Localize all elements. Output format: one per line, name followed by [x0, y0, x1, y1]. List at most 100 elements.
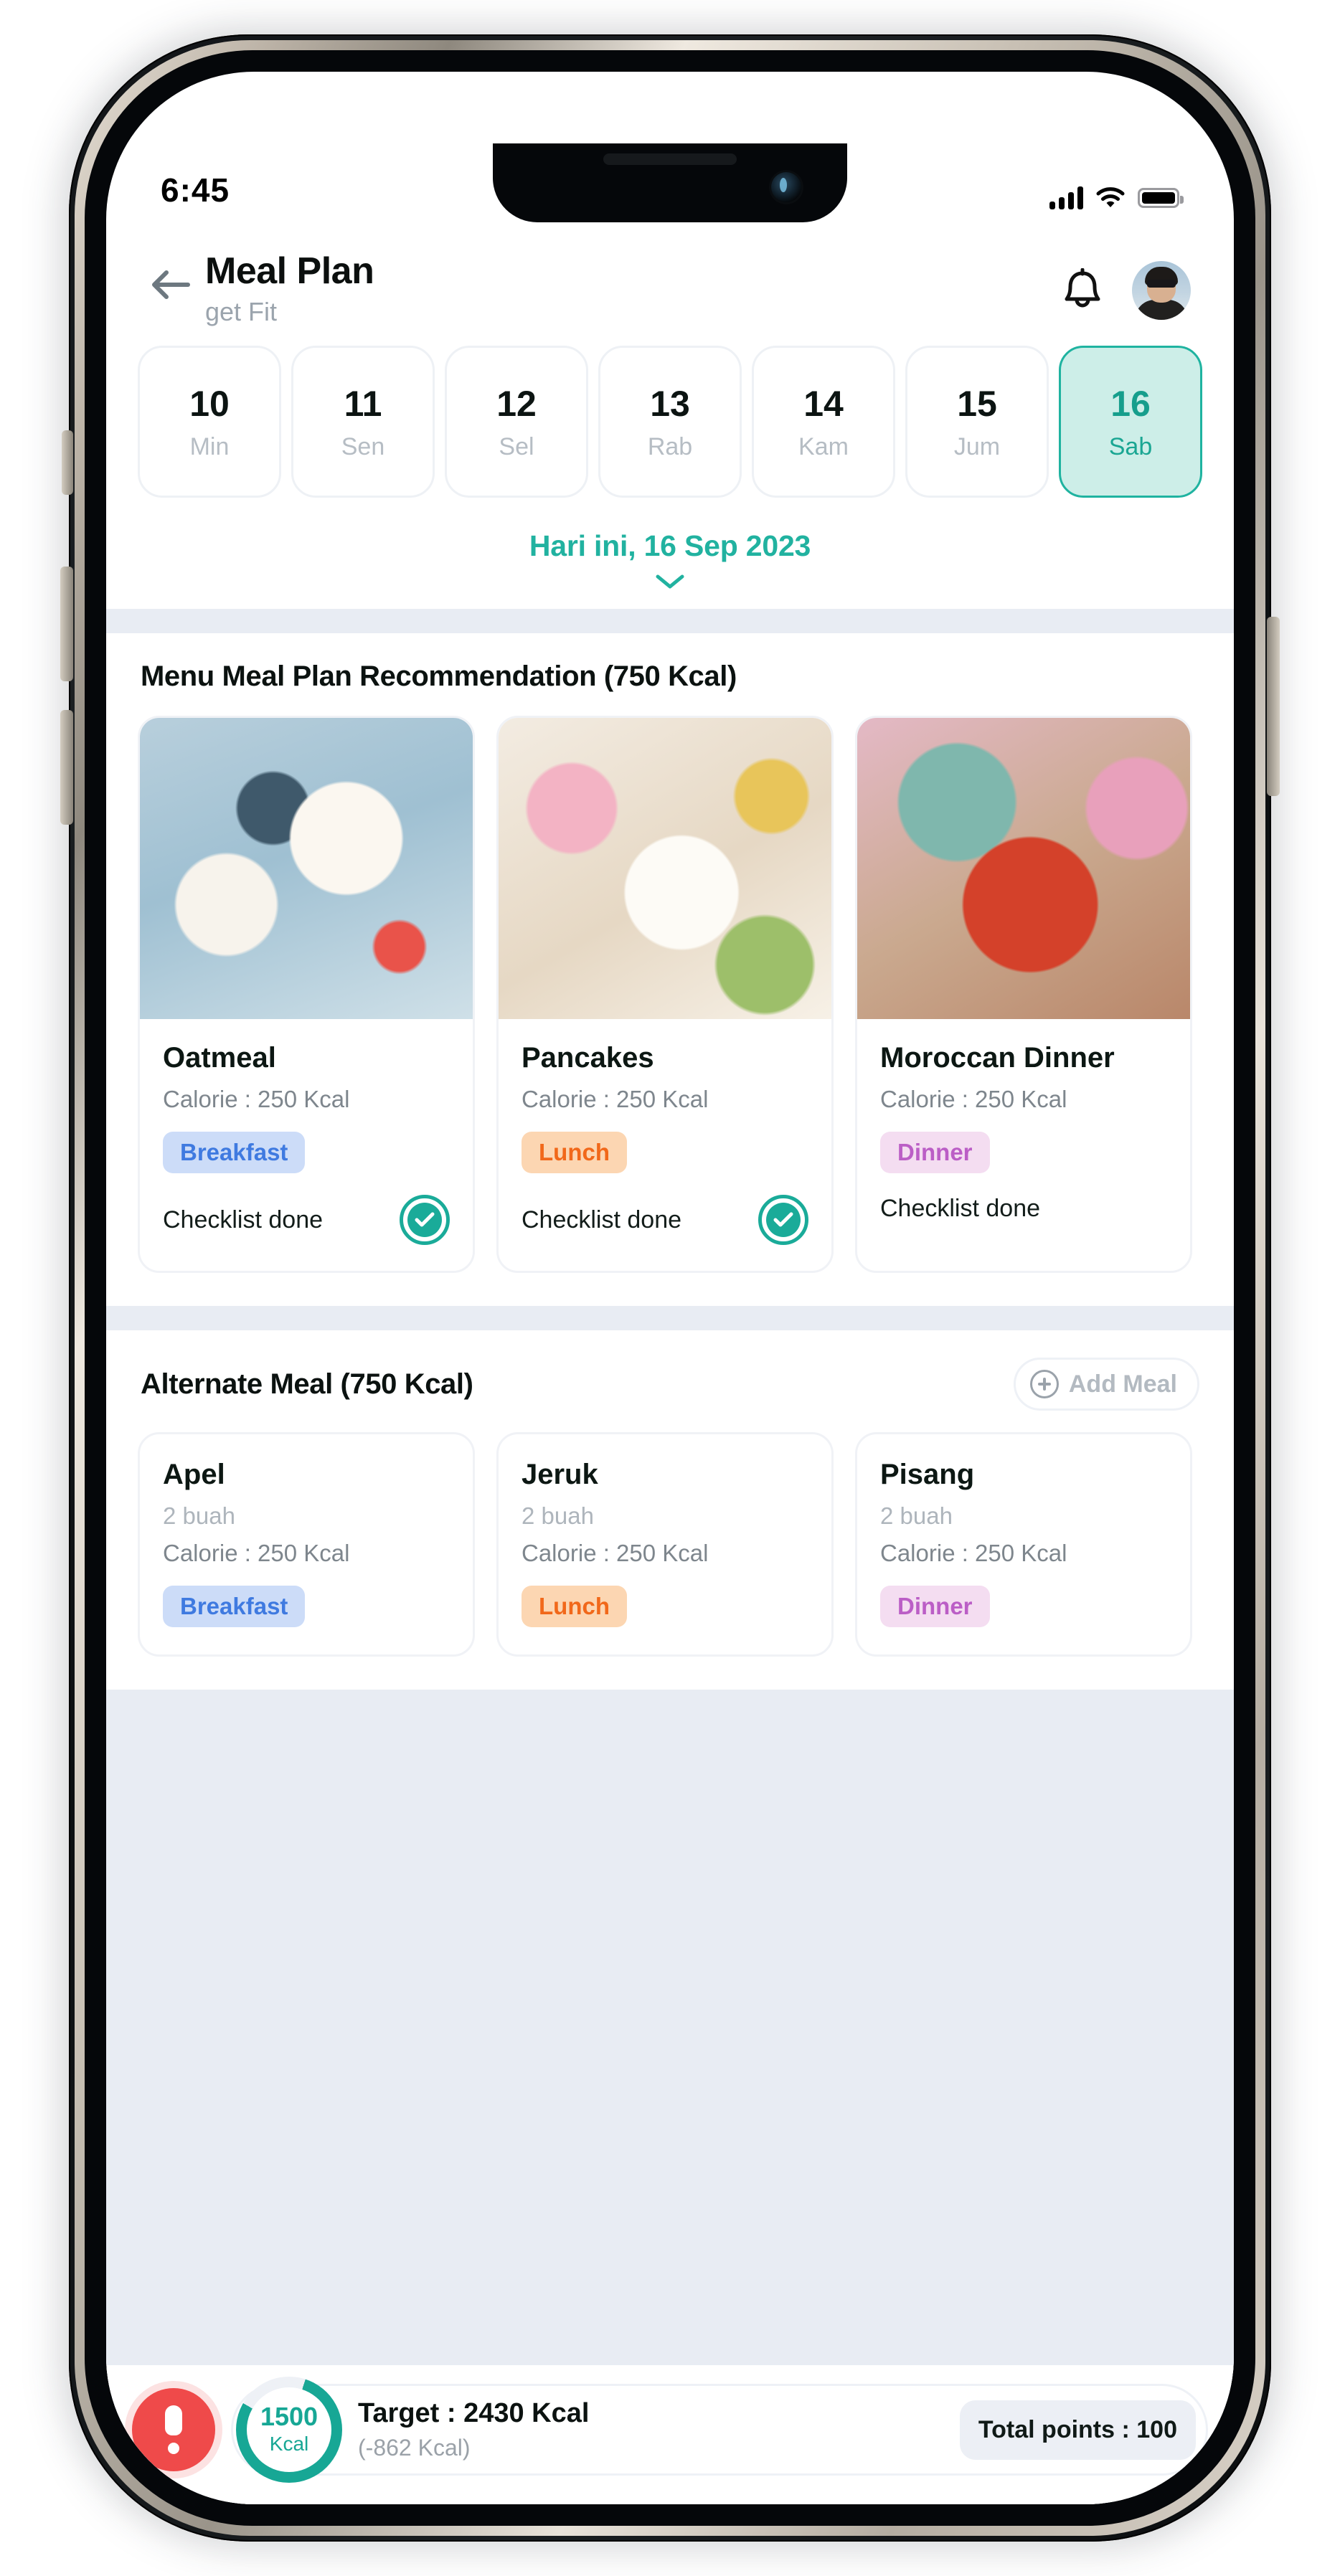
meal-name: Oatmeal — [163, 1042, 276, 1074]
back-button[interactable] — [139, 255, 201, 317]
volume-up-button[interactable] — [60, 567, 73, 681]
checklist-row[interactable]: Checklist done — [880, 1195, 1167, 1223]
total-points-badge[interactable]: Total points : 100 — [959, 2400, 1196, 2460]
calorie-summary-pill[interactable]: 1500 Kcal Target : 2430 Kcal (-862 Kcal)… — [231, 2377, 1208, 2483]
status-badge: Breakfast — [163, 1586, 306, 1628]
recommendation-section: Menu Meal Plan Recommendation (750 Kcal)… — [106, 633, 1234, 1307]
target-block: Target : 2430 Kcal (-862 Kcal) — [358, 2398, 960, 2461]
meal-calorie: Calorie : 250 Kcal — [522, 1086, 709, 1113]
meal-card[interactable]: Pancakes Calorie : 250 Kcal Lunch Checkl… — [496, 716, 834, 1274]
meal-name: Pancakes — [522, 1042, 654, 1074]
status-badge: Breakfast — [163, 1132, 306, 1174]
header-titles: Meal Plan get Fit — [201, 251, 1062, 327]
alternate-section: Alternate Meal (750 Kcal) Add Meal Apel … — [106, 1330, 1234, 1690]
alternate-name: Pisang — [880, 1459, 975, 1491]
date-dayname: Sen — [341, 432, 385, 460]
power-button[interactable] — [1267, 617, 1280, 796]
today-label: Hari ini, 16 Sep 2023 — [529, 529, 811, 563]
alternate-card-list[interactable]: Apel 2 buah Calorie : 250 Kcal Breakfast… — [138, 1432, 1202, 1657]
page-filler — [106, 1690, 1234, 2365]
meal-card-body: Moroccan Dinner Calorie : 250 Kcal Dinne… — [857, 1019, 1190, 1249]
cellular-signal-icon — [1049, 186, 1083, 209]
arrow-left-icon — [148, 267, 192, 306]
alternate-calorie: Calorie : 250 Kcal — [880, 1540, 1067, 1567]
chevron-down-icon[interactable] — [106, 573, 1234, 590]
date-chip-11[interactable]: 11 Sen — [291, 346, 435, 498]
status-badge: Dinner — [880, 1132, 990, 1174]
phone-screen: 6:45 Meal Plan get Fit 10 Min 11 Sen 12 … — [106, 72, 1234, 2504]
meal-calorie: Calorie : 250 Kcal — [880, 1086, 1067, 1113]
oatmeal-bowl-photo — [140, 718, 473, 1020]
meal-card[interactable]: Moroccan Dinner Calorie : 250 Kcal Dinne… — [855, 716, 1192, 1274]
pancakes-berries-photo — [499, 718, 831, 1020]
date-number: 14 — [803, 383, 844, 424]
target-label: Target : 2430 Kcal — [358, 2398, 590, 2428]
date-chip-16-selected[interactable]: 16 Sab — [1059, 346, 1202, 498]
alternate-calorie: Calorie : 250 Kcal — [163, 1540, 350, 1567]
notch — [493, 143, 847, 222]
meal-name: Moroccan Dinner — [880, 1042, 1115, 1074]
date-number: 12 — [496, 383, 537, 424]
moroccan-tagine-photo — [857, 718, 1190, 1020]
total-points-label: Total points : 100 — [978, 2415, 1177, 2443]
date-number: 13 — [650, 383, 690, 424]
alternate-name: Apel — [163, 1459, 225, 1491]
date-number: 16 — [1110, 383, 1151, 424]
date-chip-15[interactable]: 15 Jum — [905, 346, 1049, 498]
date-strip: 10 Min 11 Sen 12 Sel 13 Rab 14 Kam 15 Ju… — [106, 327, 1234, 506]
date-chip-12[interactable]: 12 Sel — [445, 346, 588, 498]
page-subtitle: get Fit — [205, 297, 278, 327]
date-dayname: Kam — [798, 432, 849, 460]
check-done-icon[interactable] — [758, 1195, 808, 1246]
alternate-card[interactable]: Apel 2 buah Calorie : 250 Kcal Breakfast — [138, 1432, 475, 1657]
date-dayname: Sab — [1108, 432, 1153, 460]
silent-switch[interactable] — [62, 430, 73, 495]
avatar[interactable] — [1132, 261, 1191, 320]
checklist-row[interactable]: Checklist done — [163, 1195, 450, 1246]
add-meal-label: Add Meal — [1068, 1370, 1177, 1398]
checklist-row[interactable]: Checklist done — [522, 1195, 808, 1246]
calorie-progress-ring: 1500 Kcal — [236, 2377, 342, 2483]
date-number: 15 — [957, 383, 997, 424]
checklist-label: Checklist done — [880, 1195, 1041, 1223]
today-row[interactable]: Hari ini, 16 Sep 2023 — [106, 505, 1234, 610]
alternate-card[interactable]: Jeruk 2 buah Calorie : 250 Kcal Lunch — [496, 1432, 834, 1657]
page-title: Meal Plan — [205, 250, 374, 292]
date-dayname: Jum — [953, 432, 1001, 460]
status-time: 6:45 — [161, 171, 230, 209]
meal-card-body: Pancakes Calorie : 250 Kcal Lunch Checkl… — [499, 1019, 831, 1271]
date-chip-10[interactable]: 10 Min — [138, 346, 281, 498]
meal-calorie: Calorie : 250 Kcal — [163, 1086, 350, 1113]
screenshot-root: 6:45 Meal Plan get Fit 10 Min 11 Sen 12 … — [0, 0, 1340, 2576]
alternate-header: Alternate Meal (750 Kcal) Add Meal — [138, 1358, 1202, 1411]
section-divider — [106, 1306, 1234, 1331]
alert-exclamation-icon[interactable] — [132, 2388, 215, 2471]
alternate-name: Jeruk — [522, 1459, 598, 1491]
alternate-qty: 2 buah — [522, 1502, 594, 1530]
battery-icon — [1138, 188, 1184, 208]
check-done-icon[interactable] — [400, 1195, 450, 1246]
app-bar: Meal Plan get Fit — [106, 224, 1234, 328]
checklist-label: Checklist done — [163, 1206, 324, 1233]
alternate-qty: 2 buah — [163, 1502, 235, 1530]
status-badge: Lunch — [522, 1132, 627, 1174]
target-delta: (-862 Kcal) — [358, 2435, 471, 2461]
date-number: 11 — [344, 383, 382, 424]
status-badge: Lunch — [522, 1586, 627, 1628]
volume-down-button[interactable] — [60, 710, 73, 825]
date-chip-14[interactable]: 14 Kam — [752, 346, 895, 498]
recommendation-header: Menu Meal Plan Recommendation (750 Kcal) — [138, 660, 1202, 693]
date-dayname: Min — [189, 432, 230, 460]
add-meal-button[interactable]: Add Meal — [1013, 1358, 1199, 1411]
plus-circle-icon — [1029, 1370, 1059, 1399]
bottom-summary-bar: 1500 Kcal Target : 2430 Kcal (-862 Kcal)… — [106, 2365, 1234, 2504]
alternate-card[interactable]: Pisang 2 buah Calorie : 250 Kcal Dinner — [855, 1432, 1192, 1657]
alternate-title: Alternate Meal (750 Kcal) — [141, 1368, 473, 1400]
recommendation-title: Menu Meal Plan Recommendation (750 Kcal) — [141, 660, 737, 693]
date-chip-13[interactable]: 13 Rab — [598, 346, 742, 498]
wifi-icon — [1096, 187, 1125, 209]
app-bar-actions — [1062, 261, 1191, 320]
bell-icon[interactable] — [1062, 267, 1103, 313]
recommendation-card-list[interactable]: Oatmeal Calorie : 250 Kcal Breakfast Che… — [138, 716, 1202, 1274]
meal-card[interactable]: Oatmeal Calorie : 250 Kcal Breakfast Che… — [138, 716, 475, 1274]
